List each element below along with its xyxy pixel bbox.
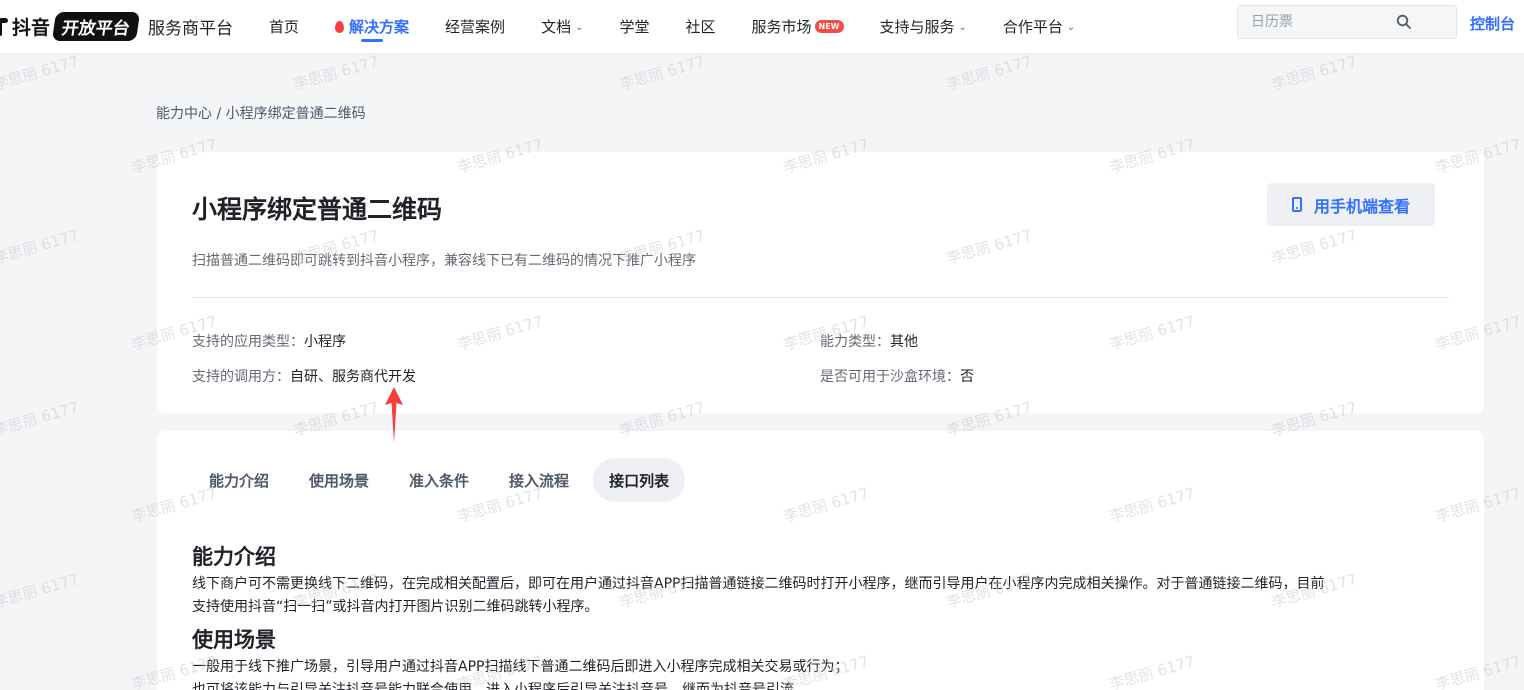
new-badge: NEW — [814, 20, 844, 33]
nav-item-academy[interactable]: 学堂 — [619, 0, 649, 54]
tab-process[interactable]: 接入流程 — [493, 458, 585, 502]
meta-key: 是否可用于沙盒环境： — [820, 369, 960, 385]
tab-api-list[interactable]: 接口列表 — [593, 458, 686, 502]
search-icon[interactable] — [1396, 14, 1412, 30]
nav-item-partners[interactable]: 合作平台 ⌄ — [1003, 0, 1075, 54]
meta-value: 否 — [960, 369, 974, 385]
nav-item-home[interactable]: 首页 — [269, 0, 299, 54]
meta-app-type: 支持的应用类型：小程序 — [192, 331, 346, 351]
watermark: 李思丽 6177 — [944, 52, 1034, 94]
douyin-logo-icon — [0, 16, 8, 38]
content-tabs: 能力介绍 使用场景 准入条件 接入流程 接口列表 — [193, 458, 693, 502]
logo-text: 抖音 — [12, 17, 51, 39]
meta-key: 能力类型： — [820, 334, 890, 350]
console-link[interactable]: 控制台 — [1470, 13, 1515, 34]
watermark: 李思丽 6177 — [0, 52, 81, 94]
meta-value: 自研、服务商代开发 — [290, 369, 416, 385]
meta-caller: 支持的调用方：自研、服务商代开发 — [192, 366, 416, 386]
logo-badge: 开放平台 — [51, 12, 141, 41]
meta-key: 支持的应用类型： — [192, 334, 304, 350]
search-input[interactable] — [1238, 14, 1408, 30]
nav-item-community[interactable]: 社区 — [685, 0, 715, 54]
intro-paragraph-line: 线下商户可不需更换线下二维码，在完成相关配置后，即可在用户通过抖音APP扫描普通… — [192, 576, 1325, 592]
view-on-mobile-label: 用手机端查看 — [1313, 196, 1410, 216]
capability-header-card: 小程序绑定普通二维码 用手机端查看 扫描普通二维码即可跳转到抖音小程序，兼容线下… — [157, 152, 1484, 413]
section-title-intro: 能力介绍 — [192, 545, 276, 569]
main-nav: 首页 解决方案 经营案例 文档 ⌄ 学堂 社区 服务市场 NEW 支持与服务 ⌄ 合作… — [269, 0, 1111, 54]
logo[interactable]: 抖音 开放平台 服务商平台 — [0, 0, 233, 54]
chevron-down-icon: ⌄ — [575, 22, 584, 33]
scenario-paragraph-line: 一般用于线下推广场景，引导用户通过抖音APP扫描线下普通二维码后即进入小程序完成… — [192, 659, 849, 675]
nav-item-cases[interactable]: 经营案例 — [445, 0, 505, 54]
scenario-paragraph-line: 也可将该能力与引导关注抖音号能力联合使用，进入小程序后引导关注抖音号，继而为抖音… — [192, 682, 794, 690]
page-title: 小程序绑定普通二维码 — [192, 195, 443, 224]
tab-intro[interactable]: 能力介绍 — [193, 458, 285, 502]
tab-requirements[interactable]: 准入条件 — [393, 458, 485, 502]
meta-value: 其他 — [890, 334, 918, 350]
annotation-arrow-icon — [385, 387, 403, 443]
logo-subtitle: 服务商平台 — [148, 19, 234, 39]
tab-scenarios[interactable]: 使用场景 — [293, 458, 385, 502]
meta-key: 支持的调用方： — [192, 369, 290, 385]
watermark: 李思丽 6177 — [0, 398, 81, 440]
watermark: 李思丽 6177 — [617, 52, 707, 94]
section-title-scenarios: 使用场景 — [192, 628, 276, 652]
nav-item-docs[interactable]: 文档 ⌄ — [541, 0, 583, 54]
meta-ability-type: 能力类型：其他 — [820, 331, 918, 351]
view-on-mobile-button[interactable]: 用手机端查看 — [1267, 183, 1435, 226]
chevron-down-icon: ⌄ — [1066, 22, 1076, 33]
nav-item-market[interactable]: 服务市场 NEW — [752, 0, 844, 54]
watermark: 李思丽 6177 — [0, 570, 81, 612]
capability-content-card: 能力介绍 使用场景 准入条件 接入流程 接口列表 能力介绍 线下商户可不需更换线… — [157, 431, 1484, 690]
nav-item-support[interactable]: 支持与服务 ⌄ — [880, 0, 967, 54]
divider — [192, 297, 1449, 298]
intro-paragraph-line: 支持使用抖音“扫一扫”或抖音内打开图片识别二维码跳转小程序。 — [192, 599, 599, 615]
chevron-down-icon: ⌄ — [958, 22, 967, 33]
meta-sandbox: 是否可用于沙盒环境：否 — [820, 366, 974, 386]
breadcrumb: 能力中心 / 小程序绑定普通二维码 — [156, 106, 366, 122]
search-box — [1237, 5, 1457, 39]
watermark: 李思丽 6177 — [0, 226, 81, 268]
nav-item-solutions[interactable]: 解决方案 — [335, 0, 409, 54]
watermark: 李思丽 6177 — [1269, 52, 1359, 94]
top-nav: 抖音 开放平台 服务商平台 首页 解决方案 经营案例 文档 ⌄ 学堂 社区 服务市… — [0, 0, 1524, 54]
fire-icon — [335, 20, 345, 33]
meta-value: 小程序 — [304, 334, 346, 350]
watermark: 李思丽 6177 — [291, 52, 381, 94]
phone-icon — [1291, 197, 1302, 212]
page-description: 扫描普通二维码即可跳转到抖音小程序，兼容线下已有二维码的情况下推广小程序 — [192, 253, 696, 269]
